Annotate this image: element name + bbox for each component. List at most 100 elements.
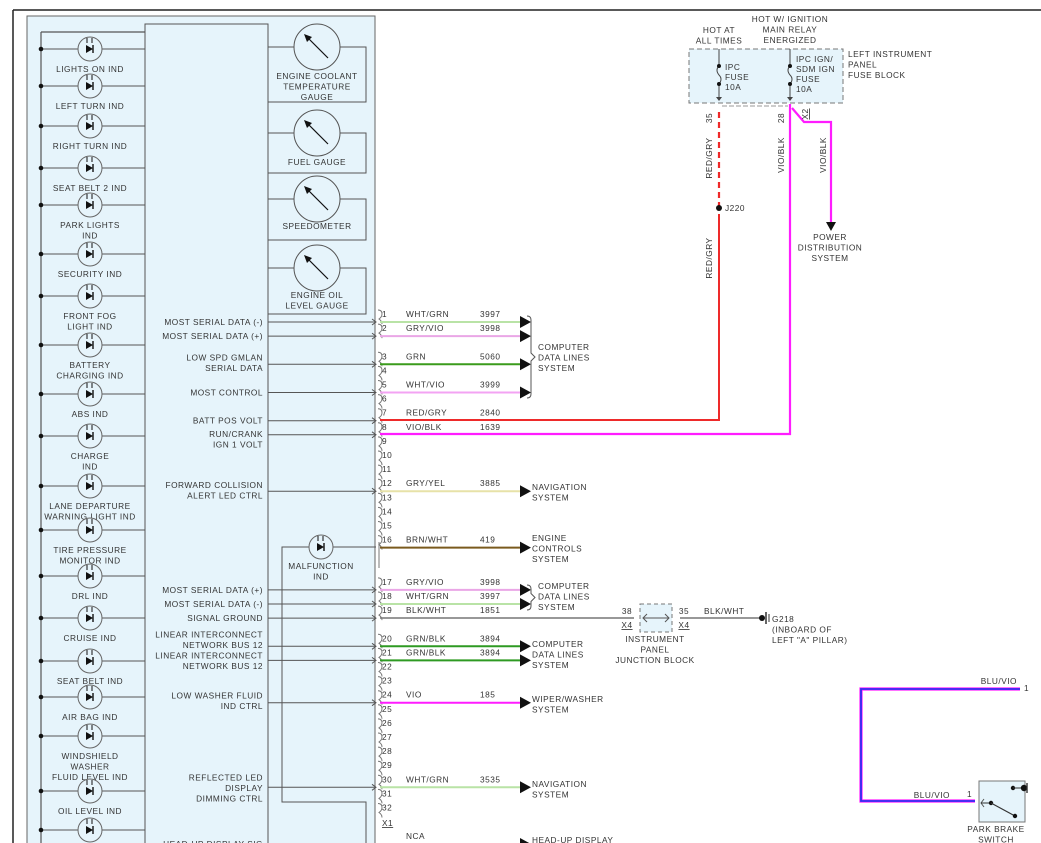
pin-number: 16 [382, 535, 392, 545]
destination-label: COMPUTER [538, 342, 589, 352]
pin-number: 32 [382, 803, 392, 813]
indicator-label: RIGHT TURN IND [53, 141, 127, 151]
indicator-label: BATTERY [70, 360, 111, 370]
circuit-number: 3997 [480, 309, 500, 319]
bracket [526, 315, 536, 399]
circuit-number: 185 [480, 690, 495, 700]
signal-label: DIMMING CTRL [196, 793, 263, 803]
pin-number: 15 [382, 521, 392, 531]
indicator-label: LEFT TURN IND [56, 101, 124, 111]
destination-label: SYSTEM [532, 705, 569, 715]
wire-label: BLU/VIO [914, 790, 950, 800]
indicator-label: SECURITY IND [58, 269, 122, 279]
connector-cavity-icon [377, 365, 383, 381]
circuit-number: 5060 [480, 351, 500, 361]
pin-number: 1 [382, 309, 387, 319]
pin-number: 5 [382, 380, 387, 390]
pin-number: 26 [382, 718, 392, 728]
pin-number: 38 [622, 606, 632, 616]
ground-label: G218 [772, 614, 794, 624]
signal-label: LINEAR INTERCONNECT [155, 650, 263, 660]
connector-cavity-icon [377, 760, 383, 776]
arrow-down-icon [826, 222, 836, 231]
connector-name: X1 [382, 818, 393, 828]
indicator-label: WASHER [70, 762, 109, 772]
splice-dot [38, 46, 44, 52]
junction-block-label: INSTRUMENT [625, 634, 684, 644]
signal-label: BATT POS VOLT [193, 416, 263, 426]
fuse-label: FUSE [725, 72, 749, 82]
wire-color-code: GRY/YEL [406, 478, 445, 488]
arrow-icon [520, 654, 531, 667]
indicator-label: DRL IND [72, 591, 108, 601]
pin-number: 10 [382, 450, 392, 460]
destination-label: NAVIGATION [532, 779, 587, 789]
destination-label: SYSTEM [532, 660, 569, 670]
arrow-icon [520, 541, 531, 554]
circuit-number: 3894 [480, 647, 500, 657]
splice-dot [38, 658, 44, 664]
splice-dot [717, 64, 721, 68]
connector-cavity-icon [377, 732, 383, 748]
circuit-number: 3998 [480, 577, 500, 587]
destination-label: SYSTEM [532, 554, 569, 564]
splice-dot [1020, 784, 1028, 792]
signal-label: MOST SERIAL DATA (-) [164, 317, 263, 327]
wire-color-code: WHT/VIO [406, 380, 445, 390]
splice-dot [38, 433, 44, 439]
splice-dot [716, 205, 722, 211]
fuse-label: SDM IGN [796, 64, 835, 74]
park-brake-label: PARK BRAKE [967, 824, 1024, 834]
connector-cavity-icon [377, 492, 383, 508]
pin-number: 1 [967, 789, 972, 799]
wiring-diagram: LIGHTS ON IND LEFT TURN IND RIGHT TURN IND… [12, 9, 1041, 843]
indicator-label: CHARGING IND [56, 371, 123, 381]
signal-label: FORWARD COLLISION [166, 480, 263, 490]
connector-cavity-icon [377, 676, 383, 691]
pin-number: 30 [382, 774, 392, 784]
connector-cavity-icon [377, 450, 383, 466]
connector-cavity-icon [377, 521, 383, 536]
destination-label: HEAD-UP DISPLAY [532, 835, 613, 843]
pin-number: 7 [382, 408, 387, 418]
splice-dot [38, 342, 44, 348]
indicator-label: IND [82, 231, 98, 241]
pin-number: 3 [382, 351, 387, 361]
pin-number: 29 [382, 760, 392, 770]
pin-number: 11 [382, 464, 392, 474]
signal-label: NETWORK BUS 12 [183, 640, 263, 650]
signal-label: REFLECTED LED [189, 772, 263, 782]
pin-number: 6 [382, 394, 387, 404]
splice-dot [788, 64, 792, 68]
destination-label: DATA LINES [532, 650, 584, 660]
connector-cavity-icon [377, 662, 383, 677]
wire-color-code: VIO/BLK [406, 422, 442, 432]
arrow-icon [520, 330, 531, 343]
pin-number: 4 [382, 365, 387, 375]
arrow-icon [520, 386, 531, 399]
splice-dot [788, 82, 792, 86]
signal-label: HEAD-UP DISPLAY SIG [163, 839, 263, 843]
circuit-number: 2840 [480, 408, 500, 418]
pin-number: 35 [704, 113, 714, 123]
park-brake-label: SWITCH [978, 835, 1014, 843]
fuse-block-label: PANEL [848, 60, 877, 70]
ground-label: LEFT "A" PILLAR) [772, 635, 848, 645]
circuit-number: 1851 [480, 605, 500, 615]
signal-label: LOW WASHER FLUID [171, 691, 263, 701]
signal-label: LINEAR INTERCONNECT [155, 629, 263, 639]
splice-dot [38, 391, 44, 397]
indicator-label: WINDSHIELD [61, 751, 118, 761]
circuit-number: 419 [480, 535, 495, 545]
splice-dot [1012, 813, 1018, 819]
feed-label: HOT W/ IGNITION [752, 14, 828, 24]
park-brake-switch-box [978, 780, 1026, 823]
destination-label: DATA LINES [538, 592, 590, 602]
pin-number: 22 [382, 662, 392, 672]
splice-dot [717, 82, 721, 86]
gauge-label: FUEL GAUGE [288, 157, 346, 167]
destination-label: DATA LINES [538, 353, 590, 363]
indicator-label: LIGHT IND [67, 322, 112, 332]
splice-dot [38, 827, 44, 833]
indicator-label: IND [82, 462, 98, 472]
